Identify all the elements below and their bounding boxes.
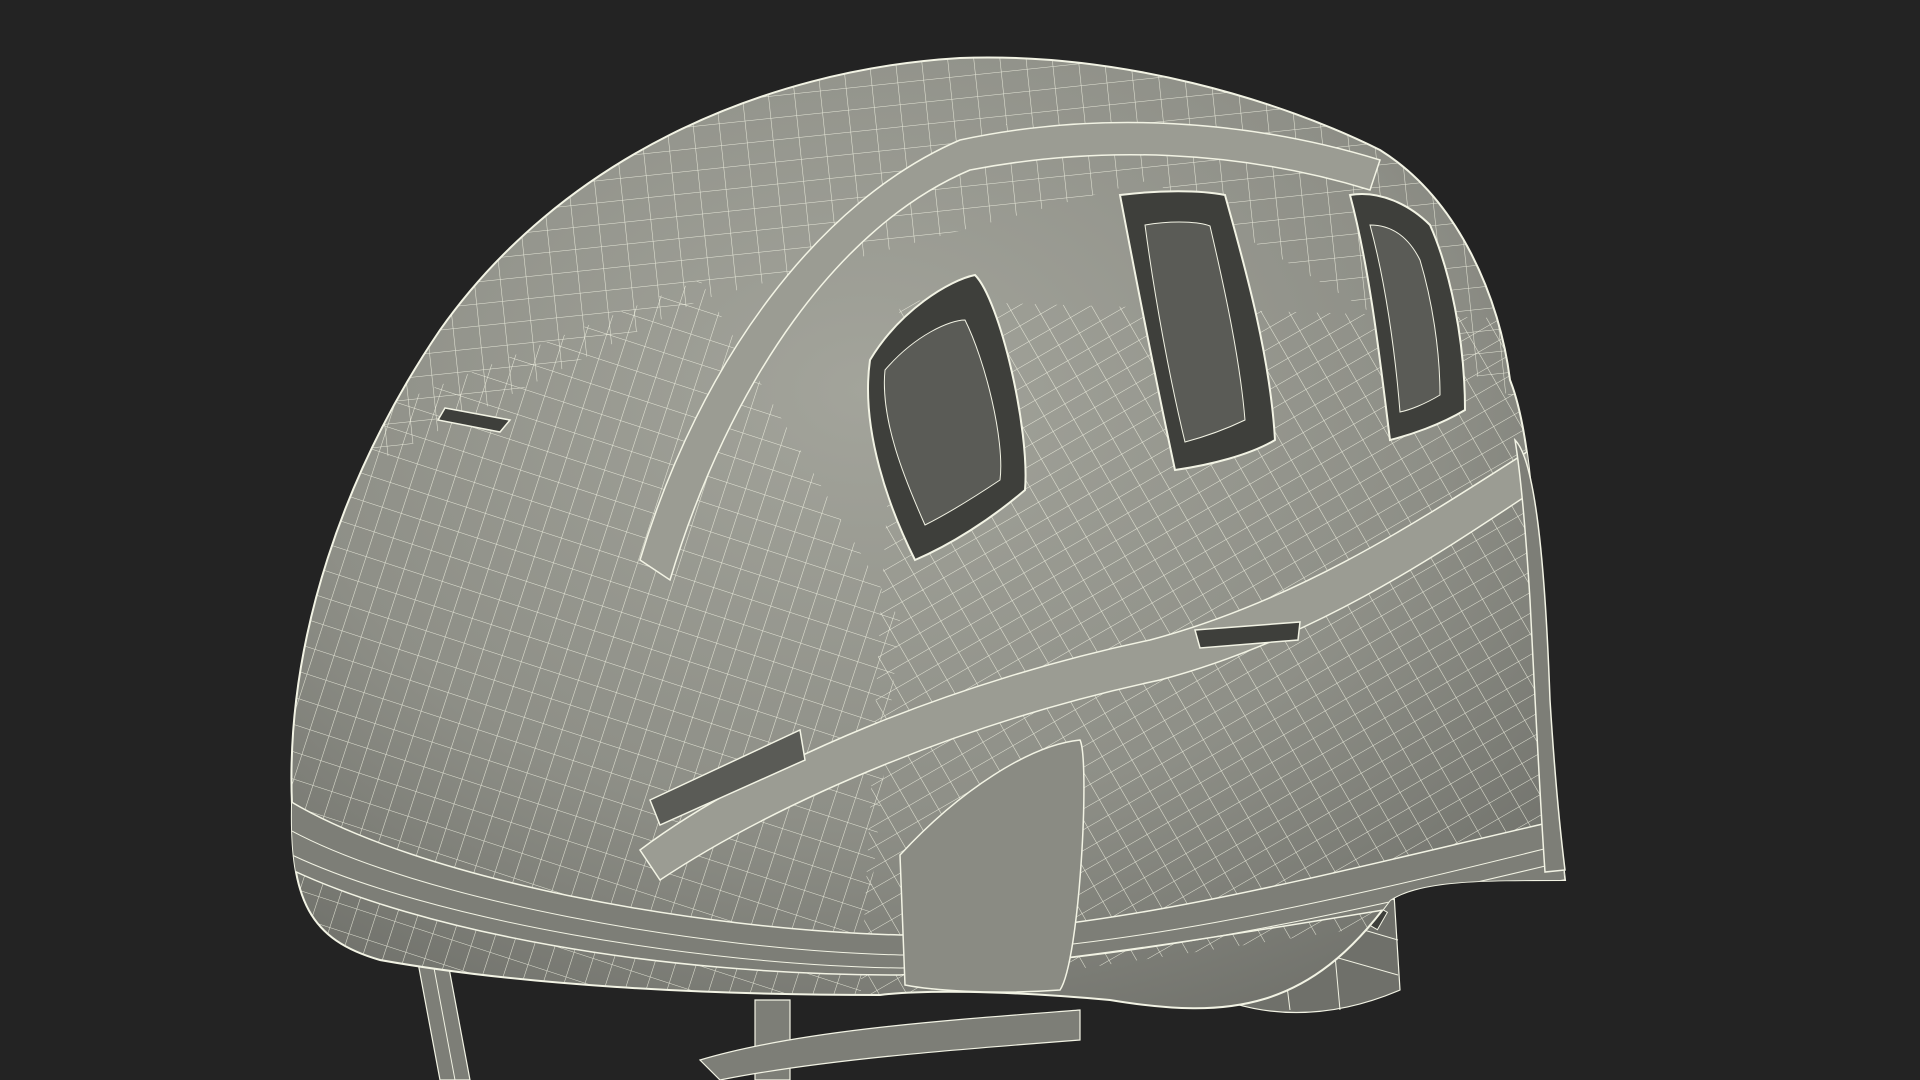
render-viewport <box>0 0 1920 1080</box>
helmet-icon <box>290 56 1567 1080</box>
chin-strap-front <box>698 999 1081 1080</box>
